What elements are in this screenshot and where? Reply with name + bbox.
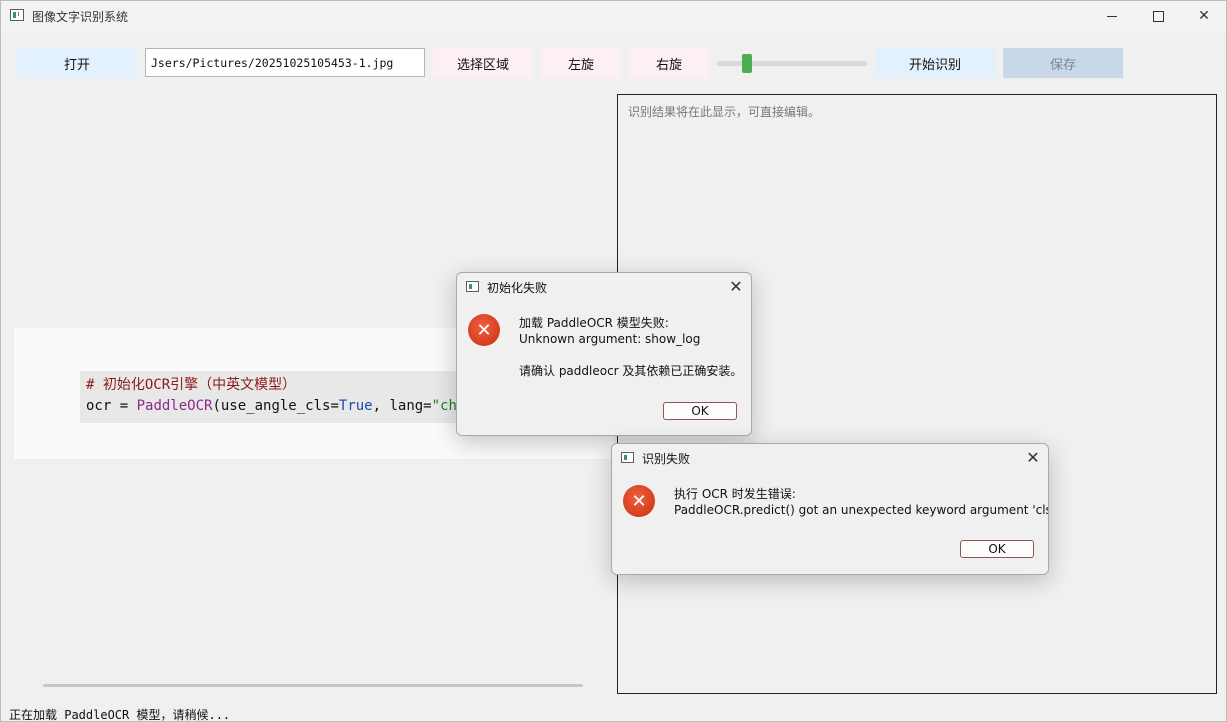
dialog-app-icon xyxy=(621,452,634,463)
close-icon[interactable]: ✕ xyxy=(1023,448,1043,467)
close-window-button[interactable]: ✕ xyxy=(1181,1,1226,31)
dialog-message-line2: Unknown argument: show_log xyxy=(519,332,701,346)
code-token: = xyxy=(111,398,137,414)
dialog-message-line3: 请确认 paddleocr 及其依赖已正确安装。 xyxy=(519,364,743,378)
code-token: ocr xyxy=(86,398,112,414)
save-button[interactable]: 保存 xyxy=(1003,48,1123,78)
select-region-button[interactable]: 选择区域 xyxy=(433,48,533,78)
dialog-message-line1: 执行 OCR 时发生错误: xyxy=(674,487,796,501)
result-placeholder: 识别结果将在此显示，可直接编辑。 xyxy=(628,105,821,119)
preview-code-comment: # 初始化OCR引擎（中英文模型） xyxy=(86,377,297,393)
zoom-slider-handle[interactable] xyxy=(742,54,752,73)
start-ocr-button[interactable]: 开始识别 xyxy=(875,48,995,78)
minimize-button[interactable] xyxy=(1089,1,1135,31)
maximize-icon xyxy=(1152,10,1164,22)
error-icon: ✕ xyxy=(468,314,500,346)
zoom-slider-track[interactable] xyxy=(717,61,867,66)
close-icon[interactable]: ✕ xyxy=(726,277,746,296)
maximize-button[interactable] xyxy=(1135,1,1181,31)
ok-button[interactable]: OK xyxy=(663,402,737,420)
rotate-left-button[interactable]: 左旋 xyxy=(541,48,621,78)
window-title: 图像文字识别系统 xyxy=(32,10,129,24)
status-bar: 正在加载 PaddleOCR 模型，请稍候... xyxy=(9,708,231,722)
title-bar: 图像文字识别系统 ✕ xyxy=(1,1,1226,31)
code-token: PaddleOCR xyxy=(136,398,213,414)
dialog-app-icon xyxy=(466,281,479,292)
error-icon: ✕ xyxy=(623,485,655,517)
dialog-message-line2: PaddleOCR.predict() got an unexpected ke… xyxy=(674,503,1049,517)
init-failure-dialog: 初始化失败 ✕ ✕ 加载 PaddleOCR 模型失败: Unknown arg… xyxy=(456,272,752,436)
main-window: 图像文字识别系统 ✕ 打开 Jsers/Pictures/20251025105… xyxy=(0,0,1227,722)
app-window-icon xyxy=(10,9,24,21)
code-token: , lang= xyxy=(372,398,432,414)
dialog-message-line1: 加载 PaddleOCR 模型失败: xyxy=(519,316,669,330)
preview-code-statement: ocr = PaddleOCR(use_angle_cls=True, lang… xyxy=(86,398,465,414)
close-icon: ✕ xyxy=(1198,8,1210,24)
code-token: (use_angle_cls= xyxy=(212,398,339,414)
file-path-input[interactable]: Jsers/Pictures/20251025105453-1.jpg xyxy=(145,48,425,77)
open-button[interactable]: 打开 xyxy=(17,48,137,78)
ok-button[interactable]: OK xyxy=(960,540,1034,558)
dialog-title: 识别失败 xyxy=(642,452,691,466)
minimize-icon xyxy=(1107,15,1117,17)
code-token: True xyxy=(338,398,373,414)
preview-horizontal-scrollbar[interactable] xyxy=(43,684,583,687)
dialog-title: 初始化失败 xyxy=(487,281,548,295)
recognize-failure-dialog: 识别失败 ✕ ✕ 执行 OCR 时发生错误: PaddleOCR.predict… xyxy=(611,443,1049,575)
rotate-right-button[interactable]: 右旋 xyxy=(629,48,709,78)
